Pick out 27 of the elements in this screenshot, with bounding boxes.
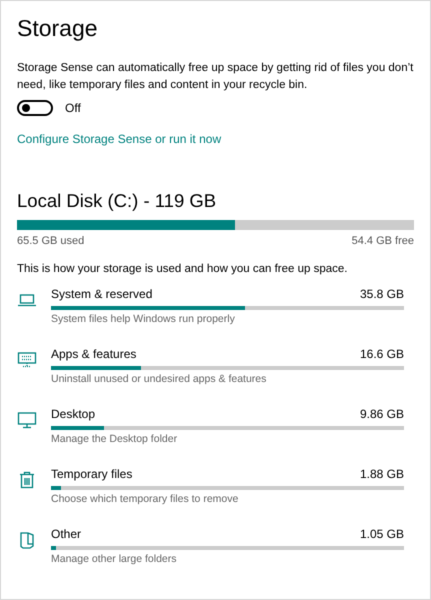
trash-icon (17, 470, 37, 490)
category-description: System files help Windows run properly (51, 313, 236, 325)
storage-sense-toggle[interactable] (17, 100, 53, 116)
used-label: 65.5 GB used (17, 235, 84, 247)
category-name[interactable]: Other (51, 527, 82, 541)
category-size: 9.86 GB (360, 407, 404, 421)
category-description: Choose which temporary files to remove (51, 493, 240, 505)
storage-info-text: This is how your storage is used and how you can free up space. (17, 263, 348, 275)
category-name[interactable]: Apps & features (51, 347, 136, 361)
category-size: 1.05 GB (360, 527, 404, 541)
category-name[interactable]: Temporary files (51, 467, 132, 481)
storage-sense-description: Storage Sense can automatically free up space by getting rid of files you don’t need, like temporary files and content in your recycle bin. (17, 61, 414, 93)
page-title: Storage (17, 15, 99, 42)
monitor-icon (17, 410, 37, 430)
category-name[interactable]: System & reserved (51, 287, 152, 301)
category-description: Uninstall unused or undesired apps & features (51, 373, 268, 385)
category-description: Manage the Desktop folder (51, 433, 178, 445)
free-label: 54.4 GB free (352, 235, 414, 247)
disk-title: Local Disk (C:) - 119 GB (17, 190, 218, 212)
category-name[interactable]: Desktop (51, 407, 96, 421)
monitor-keyboard-icon (17, 350, 37, 370)
configure-link[interactable]: Configure Storage Sense or run it now (17, 132, 222, 146)
category-size: 16.6 GB (360, 347, 404, 361)
toggle-label: Off (65, 101, 81, 115)
category-size: 35.8 GB (360, 287, 404, 301)
category-description: Manage other large folders (51, 553, 178, 565)
category-size: 1.88 GB (360, 467, 404, 481)
